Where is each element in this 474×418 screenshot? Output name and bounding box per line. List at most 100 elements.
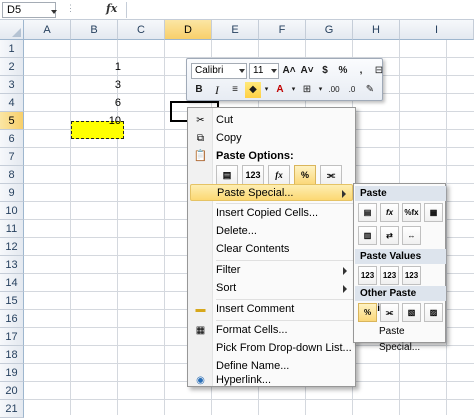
menu-item-copy[interactable]: ⧉ Copy <box>190 130 353 147</box>
menu-item-pick-from-list-label: Pick From Drop-down List... <box>216 342 352 354</box>
name-box[interactable]: D5 <box>2 2 57 18</box>
menu-item-copy-label: Copy <box>216 132 242 144</box>
menu-item-pick-from-list[interactable]: Pick From Drop-down List... <box>190 340 353 357</box>
paste-formulas-button[interactable]: fx <box>380 203 399 222</box>
bold-button[interactable]: B <box>191 82 207 98</box>
merge-cells-icon[interactable]: ⊟ <box>371 63 387 79</box>
paste-formatting-button[interactable]: % <box>358 303 377 322</box>
percent-style-button[interactable]: % <box>335 63 351 79</box>
shrink-font-button[interactable]: A˅ <box>299 63 315 79</box>
menu-item-paste-special[interactable]: Paste Special... <box>190 184 353 201</box>
paste-transpose-button[interactable]: ⇄ <box>380 226 399 245</box>
cell-b3[interactable]: 3 <box>71 76 124 94</box>
menu-item-delete[interactable]: Delete... <box>190 223 353 240</box>
column-header-b[interactable]: B <box>71 20 118 40</box>
paste-formatting-button[interactable]: % <box>294 165 316 185</box>
paste-button[interactable]: ▤ <box>216 165 238 185</box>
paste-link-button[interactable]: ⫘ <box>380 303 399 322</box>
menu-item-clear-contents[interactable]: Clear Contents <box>190 241 353 258</box>
menu-item-paste-special-label: Paste Special... <box>217 187 294 199</box>
chevron-down-icon[interactable]: ▾ <box>317 82 324 98</box>
paste-values-source-format-button[interactable]: 123 <box>402 266 421 285</box>
comma-style-button[interactable]: , <box>353 63 369 79</box>
paste-values-button[interactable]: 123 <box>358 266 377 285</box>
column-header-h[interactable]: H <box>353 20 400 40</box>
paste-formulas-button[interactable]: fx <box>268 165 290 185</box>
row-header-16[interactable]: 16 <box>0 310 24 328</box>
paste-link-button[interactable]: ⫘ <box>320 165 342 185</box>
menu-item-insert-copied-cells[interactable]: Insert Copied Cells... <box>190 205 353 222</box>
paste-all-button[interactable]: ▤ <box>358 203 377 222</box>
currency-format-button[interactable]: $ <box>317 63 333 79</box>
row-header-7[interactable]: 7 <box>0 148 24 166</box>
paste-values-number-format-button[interactable]: 123 <box>380 266 399 285</box>
font-color-button[interactable]: A <box>272 82 288 98</box>
row-header-1[interactable]: 1 <box>0 40 24 58</box>
submenu-values-header: Paste Values <box>355 249 446 264</box>
row-header-14[interactable]: 14 <box>0 274 24 292</box>
row-header-21[interactable]: 21 <box>0 400 24 418</box>
row-header-10[interactable]: 10 <box>0 202 24 220</box>
submenu-paste-header: Paste <box>355 186 446 201</box>
column-header-a[interactable]: A <box>24 20 71 40</box>
menu-item-sort[interactable]: Sort <box>190 280 353 297</box>
column-header-g[interactable]: G <box>306 20 353 40</box>
column-header-f[interactable]: F <box>259 20 306 40</box>
row-header-3[interactable]: 3 <box>0 76 24 94</box>
cell-b5[interactable]: 10 <box>71 112 124 130</box>
borders-button[interactable]: ⊞ <box>299 82 315 98</box>
submenu-paste-row-1: ▤ fx %fx ▦ <box>358 203 443 222</box>
format-painter-button[interactable]: ✎ <box>362 82 378 98</box>
row-header-12[interactable]: 12 <box>0 238 24 256</box>
column-header-c[interactable]: C <box>118 20 165 40</box>
clipboard-icon: 📋 <box>193 150 208 162</box>
menu-separator <box>216 320 353 321</box>
paste-keep-source-formatting-button[interactable]: ▦ <box>424 203 443 222</box>
decrease-decimal-button[interactable]: .00 <box>326 82 342 98</box>
row-header-11[interactable]: 11 <box>0 220 24 238</box>
cell-b2[interactable]: 1 <box>71 58 124 76</box>
cell-b4[interactable]: 6 <box>71 94 124 112</box>
paste-no-borders-button[interactable]: ▥ <box>358 226 377 245</box>
menu-item-cut[interactable]: ✂ Cut <box>190 112 353 129</box>
row-header-20[interactable]: 20 <box>0 382 24 400</box>
chevron-down-icon[interactable]: ▾ <box>263 82 270 98</box>
menu-item-format-cells[interactable]: ▦ Format Cells... <box>190 322 353 339</box>
menu-item-filter[interactable]: Filter <box>190 262 353 279</box>
row-header-5[interactable]: 5 <box>0 112 24 130</box>
font-size-combo[interactable]: 11 <box>249 62 279 79</box>
paste-values-button[interactable]: 123 <box>242 165 264 185</box>
submenu-paste-special-link[interactable]: Paste Special... <box>355 324 446 353</box>
paste-picture-button[interactable]: ▧ <box>402 303 421 322</box>
menu-item-hyperlink[interactable]: ◉ Hyperlink... <box>190 372 353 389</box>
comment-icon: ▬ <box>195 304 206 315</box>
column-header-i[interactable]: I <box>400 20 474 40</box>
row-header-4[interactable]: 4 <box>0 94 24 112</box>
chevron-down-icon[interactable]: ▾ <box>290 82 297 98</box>
paste-formulas-number-format-button[interactable]: %fx <box>402 203 421 222</box>
paste-linked-picture-button[interactable]: ▨ <box>424 303 443 322</box>
increase-decimal-button[interactable]: .0 <box>344 82 360 98</box>
row-header-2[interactable]: 2 <box>0 58 24 76</box>
row-header-19[interactable]: 19 <box>0 364 24 382</box>
insert-function-icon[interactable]: fx <box>106 2 117 15</box>
italic-button[interactable]: I <box>209 82 225 98</box>
center-align-button[interactable]: ≡ <box>227 82 243 98</box>
row-header-13[interactable]: 13 <box>0 256 24 274</box>
fill-color-button[interactable]: ◆ <box>245 81 261 98</box>
row-header-6[interactable]: 6 <box>0 130 24 148</box>
menu-item-insert-comment[interactable]: ▬ Insert Comment <box>190 301 353 318</box>
grow-font-button[interactable]: A˄ <box>281 63 297 79</box>
row-header-17[interactable]: 17 <box>0 328 24 346</box>
paste-column-widths-button[interactable]: ↔ <box>402 226 421 245</box>
column-header-d[interactable]: D <box>165 20 212 40</box>
row-header-8[interactable]: 8 <box>0 166 24 184</box>
font-name-combo[interactable]: Calibri <box>191 62 247 79</box>
formula-input[interactable] <box>126 2 474 18</box>
row-header-9[interactable]: 9 <box>0 184 24 202</box>
row-header-15[interactable]: 15 <box>0 292 24 310</box>
column-header-e[interactable]: E <box>212 20 259 40</box>
select-all-button[interactable] <box>0 20 24 40</box>
row-header-18[interactable]: 18 <box>0 346 24 364</box>
chevron-down-icon[interactable] <box>51 10 57 14</box>
